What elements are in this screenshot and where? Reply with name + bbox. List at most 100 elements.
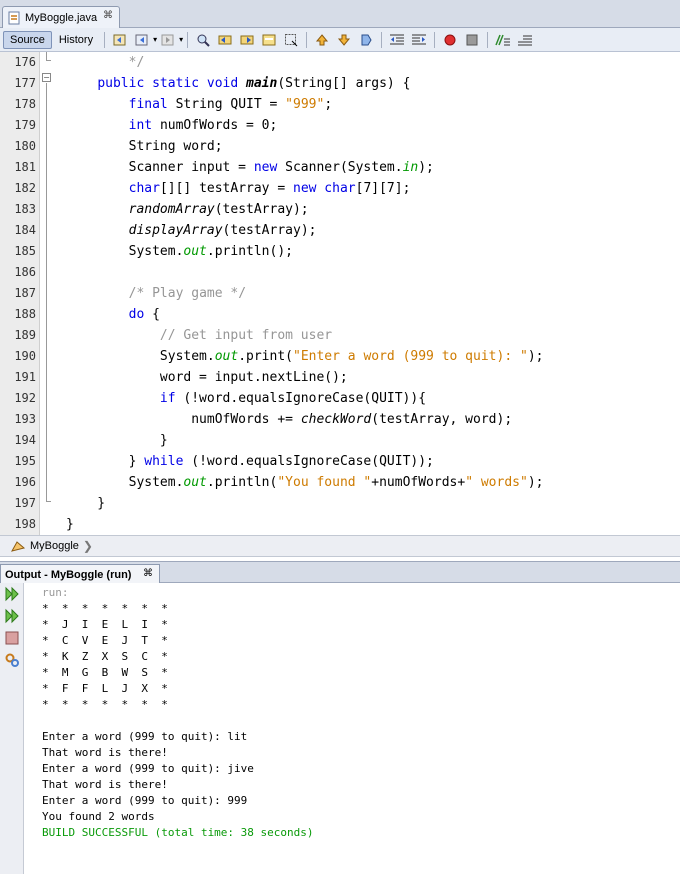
stop-icon[interactable] [3,629,21,647]
line-number: 190 [14,349,36,363]
code-line: 196 System.out.println("You found "+numO… [0,472,680,493]
output-line: Enter a word (999 to quit): 999 [42,794,248,807]
code-token: } [66,433,168,448]
code-token: public static void [97,76,247,91]
code-text: String word; [66,136,223,157]
rerun-with-options-icon[interactable] [3,607,21,625]
close-output-icon[interactable]: ⌘ [143,568,153,579]
shift-left-icon[interactable] [388,31,406,49]
code-line: 194 } [0,430,680,451]
line-number: 197 [14,496,36,510]
code-line: 188 do { [0,304,680,325]
code-token: // Get input from user [159,328,333,343]
code-token: System. [66,349,215,364]
line-number: 198 [14,517,36,531]
code-text: displayArray(testArray); [66,220,317,241]
back-dropdown-icon[interactable]: ▾ [153,35,157,44]
uncomment-icon[interactable] [516,31,534,49]
rerun-icon[interactable] [3,585,21,603]
find-icon[interactable] [194,31,212,49]
class-icon [10,539,26,553]
source-tab-button[interactable]: Source [3,30,52,49]
code-token: ); [418,160,434,175]
output-console[interactable]: run: * * * * * * * * J I E L I * * C V E J … [24,583,680,874]
output-tab-label: Output - MyBoggle (run) [5,568,132,581]
next-bookmark-icon[interactable] [335,31,353,49]
forward-icon[interactable] [159,31,177,49]
code-token: String word; [66,139,223,154]
output-line: Enter a word (999 to quit): lit [42,730,248,743]
toolbar-separator [434,31,436,48]
code-line: 183 randomArray(testArray); [0,199,680,220]
line-number: 192 [14,391,36,405]
close-tab-icon[interactable]: ⌘ [103,10,113,21]
shift-right-icon[interactable] [410,31,428,49]
code-line: 195 } while (!word.equalsIgnoreCase(QUIT… [0,451,680,472]
code-token: (testArray, word); [371,412,513,427]
code-text: randomArray(testArray); [66,199,309,220]
history-tab-button[interactable]: History [52,31,100,49]
code-token: (String[] args) { [277,76,411,91]
code-line: 190 System.out.print("Enter a word (999 … [0,346,680,367]
line-number: 179 [14,118,36,132]
line-number: 176 [14,55,36,69]
settings-icon[interactable] [3,651,21,669]
code-editor[interactable]: − 176 */177 public static void main(Stri… [0,52,680,535]
find-next-icon[interactable] [238,31,256,49]
line-number: 189 [14,328,36,342]
code-token: checkWord [300,412,372,427]
previous-bookmark-icon[interactable] [313,31,331,49]
comment-icon[interactable] [494,31,512,49]
line-number: 196 [14,475,36,489]
output-tab-strip: Output - MyBoggle (run) ⌘ [0,561,680,584]
editor-tab-strip: MyBoggle.java ⌘ [0,0,680,28]
last-edit-icon[interactable] [111,31,129,49]
forward-dropdown-icon[interactable]: ▾ [179,35,183,44]
code-token: Scanner input = [66,160,254,175]
line-number: 194 [14,433,36,447]
code-token: .println(); [206,244,293,259]
output-tab[interactable]: Output - MyBoggle (run) ⌘ [0,564,160,584]
toggle-bookmark-icon[interactable] [357,31,375,49]
code-line: 187 /* Play game */ [0,283,680,304]
code-token: } [66,517,74,532]
code-token: "999" [285,97,325,112]
code-line: 176 */ [0,52,680,73]
breadcrumb-chevron-icon[interactable]: ❯ [83,539,93,553]
output-line: * * * * * * * [42,698,168,711]
code-token: .print( [238,349,293,364]
code-line: 192 if (!word.equalsIgnoreCase(QUIT)){ [0,388,680,409]
stop-macro-recording-icon[interactable] [463,31,481,49]
toggle-highlight-icon[interactable] [260,31,278,49]
code-token: displayArray [128,223,223,238]
code-line: 181 Scanner input = new Scanner(System.i… [0,157,680,178]
code-token: numOfWords += [66,412,301,427]
toggle-selection-icon[interactable] [282,31,300,49]
breadcrumb-class-label[interactable]: MyBoggle [30,540,79,552]
back-icon[interactable] [133,31,151,49]
code-text: System.out.println("You found "+numOfWor… [66,472,544,493]
find-previous-icon[interactable] [216,31,234,49]
line-number: 182 [14,181,36,195]
file-tab-label: MyBoggle.java [25,11,98,24]
line-number: 178 [14,97,36,111]
editor-toolbar: Source History ▾ ▾ [0,28,680,52]
code-token: +numOfWords+ [371,475,466,490]
code-token: while [144,454,184,469]
line-number: 185 [14,244,36,258]
code-text: do { [66,304,160,325]
code-token: String QUIT = [175,97,286,112]
output-line: You found 2 words [42,810,155,823]
code-token: char [128,181,160,196]
file-tab-myboggle[interactable]: MyBoggle.java ⌘ [2,6,120,28]
code-text: Scanner input = new Scanner(System.in); [66,157,434,178]
line-number: 195 [14,454,36,468]
code-token: (!word.equalsIgnoreCase(QUIT)); [183,454,434,469]
code-token: new char [293,181,356,196]
start-macro-recording-icon[interactable] [441,31,459,49]
output-line: That word is there! [42,746,168,759]
code-token: numOfWords = 0; [159,118,278,133]
output-line: * * * * * * * [42,602,168,615]
